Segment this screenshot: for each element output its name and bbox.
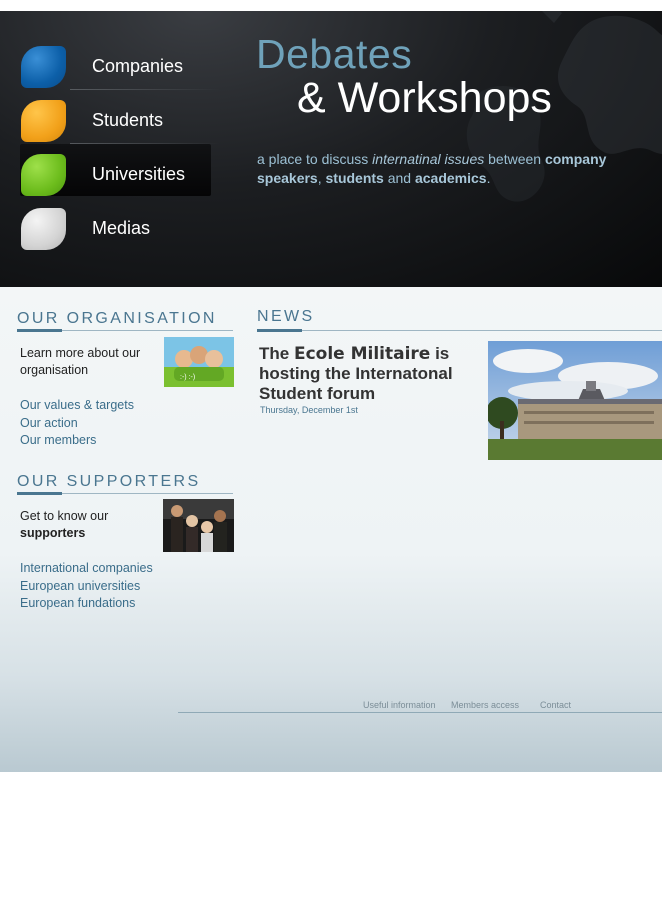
news-headline[interactable]: The Ecole Militaire is hosting the Inter… (259, 344, 489, 404)
section-accent (257, 329, 302, 332)
leaf-icon (21, 100, 66, 142)
nav-label: Students (92, 110, 164, 130)
section-accent (17, 492, 62, 495)
headline-emphasis: Ecole Militaire (293, 344, 431, 364)
nav-label: Universities (92, 164, 186, 184)
tagline-emphasis: internatinal issues (372, 151, 485, 167)
nav-item-companies[interactable]: Companies (0, 36, 240, 90)
tagline-text: and (383, 170, 415, 186)
link-international-companies[interactable]: International companies (20, 561, 153, 575)
tagline-bold: academics (414, 170, 487, 186)
link-our-members[interactable]: Our members (20, 433, 96, 447)
headline-text: The (259, 344, 294, 363)
footer-link-contact[interactable]: Contact (540, 700, 571, 710)
business-people-photo (163, 499, 234, 552)
nav-item-students[interactable]: Students (0, 90, 240, 144)
link-our-action[interactable]: Our action (20, 416, 78, 430)
svg-text::-) :-): :-) :-) (180, 374, 195, 381)
link-values-targets[interactable]: Our values & targets (20, 398, 134, 412)
news-title: NEWS (257, 308, 315, 325)
tagline-bold: students (325, 170, 384, 186)
tagline-text: , (317, 170, 326, 186)
hero-tagline: a place to discuss internatinal issues b… (257, 150, 637, 188)
footer-rule (178, 712, 662, 713)
nav-label: Companies (92, 56, 184, 76)
news-date: Thursday, December 1st (260, 405, 358, 415)
link-european-universities[interactable]: European universities (20, 579, 140, 593)
section-accent (17, 329, 62, 332)
top-strip (0, 0, 662, 11)
ecole-militaire-photo[interactable] (488, 341, 662, 460)
leaf-icon (21, 208, 66, 250)
footer-link-useful-information[interactable]: Useful information (363, 700, 436, 710)
site-header: Companies Students Universities Medias D… (0, 11, 662, 287)
main-nav: Companies Students Universities Medias (0, 36, 240, 252)
link-european-fundations[interactable]: European fundations (20, 596, 135, 610)
tagline-text: a place to discuss (257, 151, 373, 167)
hero-title-debates: Debates (256, 31, 413, 77)
footer-link-members-access[interactable]: Members access (451, 700, 519, 710)
nav-item-universities[interactable]: Universities (0, 144, 240, 198)
supporters-lead: Get to know our supporters (20, 508, 155, 542)
supporters-title: OUR SUPPORTERS (17, 473, 201, 490)
students-group-photo: :-) :-) (164, 337, 234, 387)
organisation-title: OUR ORGANISATION (17, 310, 217, 327)
tagline-text: . (486, 170, 491, 186)
supporters-lead-text: Get to know our (20, 509, 109, 523)
tagline-text: between (484, 151, 545, 167)
nav-item-medias[interactable]: Medias (0, 198, 240, 252)
leaf-icon (21, 46, 66, 88)
nav-label: Medias (92, 218, 151, 238)
organisation-lead: Learn more about our organisation (20, 346, 141, 377)
hero-title-workshops: & Workshops (297, 74, 552, 122)
section-rule (257, 330, 662, 331)
leaf-icon (21, 154, 66, 196)
supporters-lead-bold: supporters (20, 526, 86, 540)
